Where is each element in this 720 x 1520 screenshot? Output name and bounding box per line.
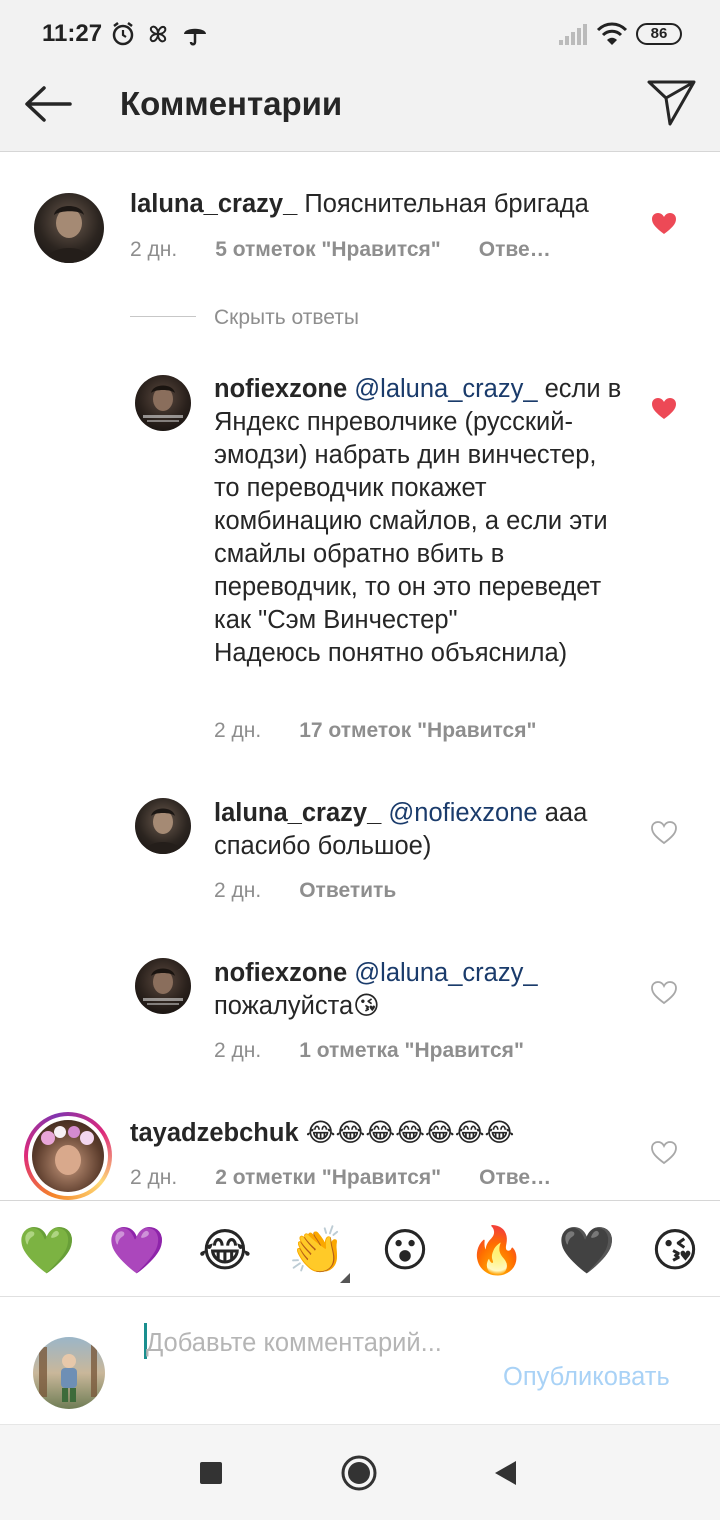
comment-likes[interactable]: 17 отметок "Нравится"	[299, 719, 536, 743]
publish-button[interactable]: Опубликовать	[503, 1363, 670, 1392]
emoji-quick-bar: 💚 💜 😂 👏 😮 🔥 🖤 😘	[0, 1200, 720, 1297]
send-icon[interactable]	[646, 78, 698, 128]
comment-time: 2 дн.	[214, 1039, 262, 1062]
comment-meta: 2 дн. 2 отметки "Нравится" Отве…	[130, 1166, 551, 1190]
avatar[interactable]	[135, 798, 191, 854]
comment-meta: 2 дн. 5 отметок "Нравится" Отве…	[130, 238, 551, 262]
comment-text: nofiexzone @laluna_crazy_ если в Яндекс …	[214, 373, 624, 670]
emoji-black-heart[interactable]: 🖤	[558, 1223, 615, 1277]
comment-mention[interactable]: @laluna_crazy_	[354, 375, 537, 403]
status-bar: 11:27 86	[0, 0, 720, 56]
heart-outline-icon[interactable]	[651, 1141, 677, 1165]
comment-meta: 2 дн. 1 отметка "Нравится"	[214, 1039, 524, 1063]
emoji-tears-of-joy[interactable]: 😂	[198, 1223, 252, 1277]
comment-text: laluna_crazy_ Пояснительная бригада	[130, 188, 630, 221]
emoji-kiss[interactable]: 😘	[648, 1223, 702, 1277]
comment-time: 2 дн.	[214, 719, 262, 742]
comment-time: 2 дн.	[130, 238, 178, 261]
comment-body: Пояснительная бригада	[304, 190, 589, 218]
status-time: 11:27	[42, 20, 103, 47]
signal-icon	[559, 24, 587, 45]
story-ring-avatar[interactable]	[24, 1112, 112, 1200]
heart-outline-icon[interactable]	[651, 821, 677, 845]
comment-likes[interactable]: 2 отметки "Нравится"	[215, 1166, 441, 1190]
battery-indicator: 86	[636, 23, 682, 45]
comment-mention[interactable]: @nofiexzone	[388, 799, 537, 827]
comment-username[interactable]: laluna_crazy_	[214, 799, 381, 827]
pinwheel-icon	[149, 25, 167, 43]
system-nav-bar	[0, 1425, 720, 1520]
comment-text: nofiexzone @laluna_crazy_ пожалуйста😘	[214, 957, 624, 1023]
comment-time: 2 дн.	[130, 1166, 178, 1189]
hide-replies-label: Скрыть ответы	[214, 306, 359, 329]
heart-filled-icon[interactable]	[651, 397, 677, 421]
emoji-clapping[interactable]: 👏	[288, 1223, 345, 1277]
comment-likes[interactable]: 5 отметок "Нравится"	[215, 238, 441, 262]
alarm-icon	[112, 22, 134, 46]
emoji-fire[interactable]: 🔥	[468, 1223, 525, 1277]
comment-time: 2 дн.	[214, 879, 262, 902]
avatar[interactable]	[135, 375, 191, 431]
emoji-astonished[interactable]: 😮	[378, 1223, 432, 1277]
comment-username[interactable]: laluna_crazy_	[130, 190, 297, 218]
reply-button[interactable]: Отве…	[479, 1166, 551, 1190]
emoji-purple-heart[interactable]: 💜	[108, 1223, 165, 1277]
reply-button[interactable]: Отве…	[479, 238, 551, 262]
comment-body: 😂😂😂😂😂😂😂	[305, 1119, 515, 1147]
home-icon[interactable]	[340, 1454, 378, 1492]
emoji-green-heart[interactable]: 💚	[18, 1223, 75, 1277]
comment-username[interactable]: nofiexzone	[214, 959, 347, 987]
page-title: Комментарии	[120, 85, 343, 122]
wifi-icon	[596, 22, 628, 45]
heart-outline-icon[interactable]	[651, 981, 677, 1005]
app-header: Комментарии	[0, 56, 720, 152]
comment-input[interactable]: Добавьте комментарий...	[146, 1327, 466, 1360]
heart-filled-icon[interactable]	[651, 212, 677, 236]
comment-body: если в Яндекс пнреволчике (русский-эмодз…	[214, 375, 622, 634]
recents-icon[interactable]	[199, 1461, 223, 1485]
comment-meta: 2 дн. 17 отметок "Нравится"	[214, 719, 536, 743]
avatar[interactable]	[135, 958, 191, 1014]
comment-body-line: Надеюсь понятно объяснила)	[214, 639, 568, 667]
comment-composer: Добавьте комментарий... Опубликовать	[0, 1297, 720, 1425]
comment-body: пожалуйста😘	[214, 992, 380, 1020]
comment-likes[interactable]: 1 отметка "Нравится"	[299, 1039, 524, 1063]
back-arrow-icon[interactable]	[22, 80, 74, 128]
comment-mention[interactable]: @laluna_crazy_	[354, 959, 537, 987]
umbrella-icon	[184, 28, 206, 46]
comment-username[interactable]: tayadzebchuk	[130, 1119, 299, 1147]
comment-text: laluna_crazy_ @nofiexzone ааа спасибо бо…	[214, 797, 624, 863]
comment-text: tayadzebchuk 😂😂😂😂😂😂😂	[130, 1117, 630, 1150]
comment-username[interactable]: nofiexzone	[214, 375, 347, 403]
back-icon[interactable]	[494, 1460, 518, 1486]
skin-tone-indicator-icon	[340, 1273, 350, 1283]
hide-replies-divider	[130, 316, 196, 317]
reply-button[interactable]: Ответить	[299, 879, 396, 903]
comment-meta: 2 дн. Ответить	[214, 879, 396, 903]
avatar	[33, 1337, 105, 1409]
avatar[interactable]	[34, 193, 104, 263]
